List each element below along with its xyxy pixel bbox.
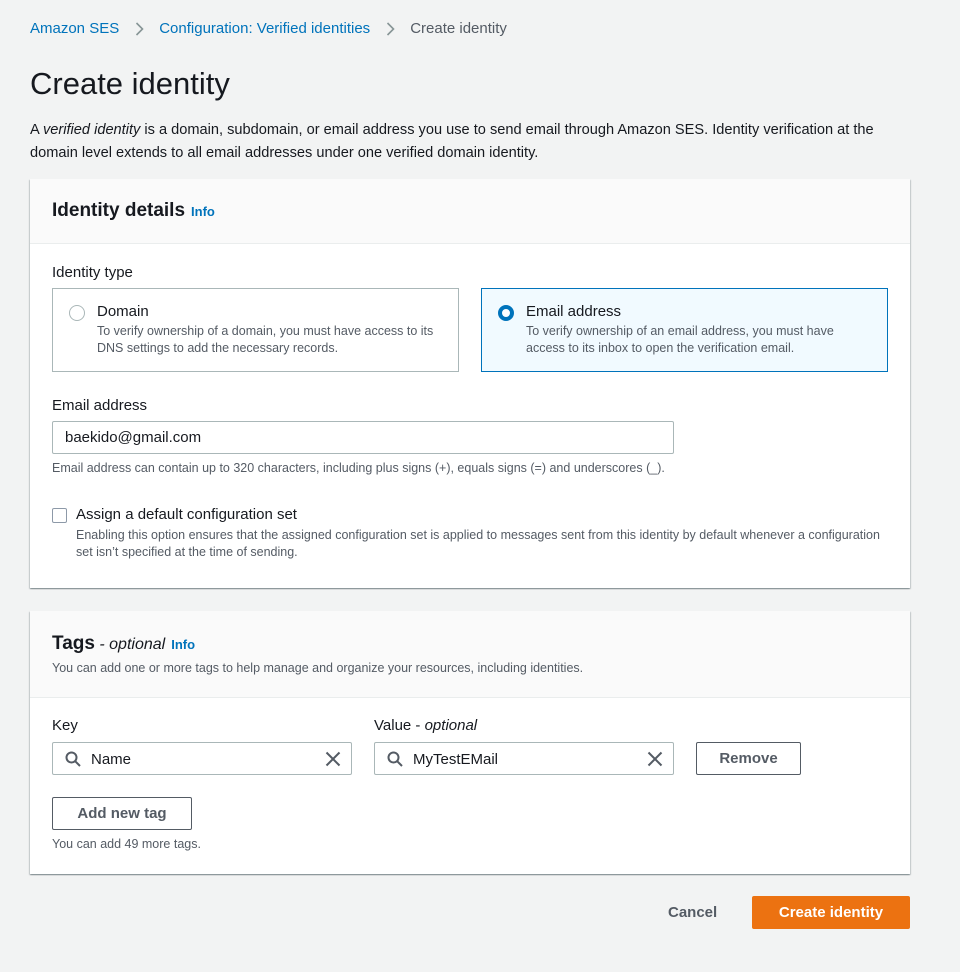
search-icon [65,751,81,772]
tag-key-value: Name [91,751,132,768]
tag-value-input[interactable]: MyTestEMail [374,742,674,775]
identity-type-email-tile[interactable]: Email address To verify ownership of an … [481,288,888,372]
tags-optional-label: - optional [94,636,166,653]
domain-option-title: Domain [97,303,149,320]
page-description-emphasis: verified identity [42,122,141,138]
identity-details-header: Identity details Info [30,179,910,244]
add-new-tag-button[interactable]: Add new tag [52,797,192,830]
default-config-set-checkbox[interactable] [52,508,67,523]
identity-type-domain-tile[interactable]: Domain To verify ownership of a domain, … [52,288,459,372]
email-option-title: Email address [526,303,622,320]
tag-key-input[interactable]: Name [52,742,352,775]
email-option-description: To verify ownership of an email address,… [526,324,834,355]
page-description-prefix: A [30,122,43,138]
tag-value-optional: optional [424,717,478,734]
default-config-set-description: Enabling this option ensures that the as… [76,528,880,559]
email-radio[interactable] [498,305,514,321]
email-address-input[interactable] [52,421,674,454]
tags-panel: Tags - optional Info You can add one or … [30,611,910,874]
tag-value-label: Value - optional [374,717,477,734]
tag-key-label: Key [52,717,78,734]
close-icon[interactable] [325,751,341,772]
chevron-right-icon [370,21,410,36]
breadcrumb-link-amazon-ses[interactable]: Amazon SES [30,20,119,37]
tags-header: Tags - optional Info You can add one or … [30,611,910,698]
page-title: Create identity [30,66,230,101]
tag-value-label-text: Value - [374,717,425,734]
default-config-set-title: Assign a default configuration set [76,506,297,523]
tags-remaining-hint: You can add 49 more tags. [52,837,201,851]
domain-radio[interactable] [69,305,85,321]
search-icon [387,751,403,772]
cancel-button[interactable]: Cancel [668,904,717,921]
tags-description: You can add one or more tags to help man… [52,661,584,675]
close-icon[interactable] [647,751,663,772]
breadcrumb: Amazon SES Configuration: Verified ident… [30,20,507,37]
email-address-hint: Email address can contain up to 320 char… [52,461,665,475]
page-description-text: is a domain, subdomain, or email address… [30,122,874,161]
identity-type-label: Identity type [52,264,133,281]
tags-info-link[interactable]: Info [171,637,195,652]
breadcrumb-link-verified-identities[interactable]: Configuration: Verified identities [159,20,370,37]
identity-details-panel: Identity details Info Identity type Doma… [30,179,910,588]
tags-title-text: Tags [52,633,95,654]
breadcrumb-current: Create identity [410,20,507,37]
chevron-right-icon [119,21,159,36]
remove-tag-button[interactable]: Remove [696,742,801,775]
page-description: A verified identity is a domain, subdoma… [30,119,910,164]
identity-details-title: Identity details [52,200,186,221]
tags-title: Tags - optional [52,633,165,655]
create-identity-button[interactable]: Create identity [752,896,910,929]
domain-option-description: To verify ownership of a domain, you mus… [97,324,434,355]
tag-value-value: MyTestEMail [413,751,499,768]
identity-details-info-link[interactable]: Info [191,204,215,219]
email-address-label: Email address [52,397,148,414]
